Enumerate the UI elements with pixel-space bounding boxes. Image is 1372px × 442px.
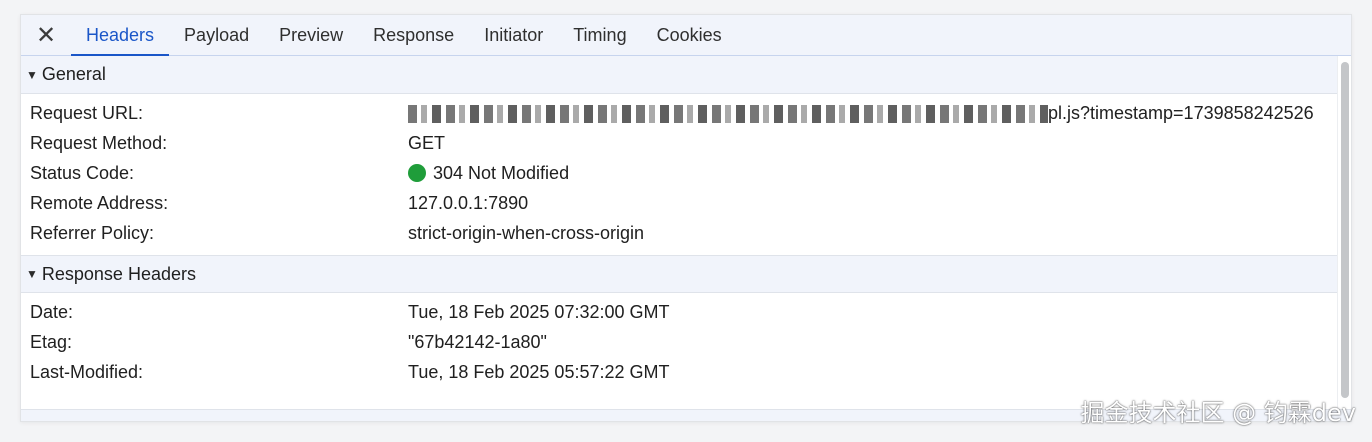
header-row-date: Date: Tue, 18 Feb 2025 07:32:00 GMT <box>21 297 1339 327</box>
tab-initiator[interactable]: Initiator <box>469 15 558 55</box>
close-icon[interactable]: ✕ <box>21 15 71 55</box>
header-value: pl.js?timestamp=1739858242526 <box>408 103 1314 124</box>
tab-response[interactable]: Response <box>358 15 469 55</box>
header-row-etag: Etag: "67b42142-1a80" <box>21 327 1339 357</box>
header-key: Request URL: <box>30 102 144 123</box>
redacted-url-block <box>408 104 1048 123</box>
header-key: Last-Modified: <box>30 361 144 382</box>
tab-headers[interactable]: Headers <box>71 15 170 56</box>
vertical-scrollbar[interactable] <box>1337 56 1351 421</box>
header-value: 127.0.0.1:7890 <box>408 192 529 213</box>
header-value: Tue, 18 Feb 2025 07:32:00 GMT <box>408 301 670 322</box>
header-value: GET <box>408 132 446 153</box>
status-ok-icon <box>408 163 426 182</box>
header-value: Tue, 18 Feb 2025 05:57:22 GMT <box>408 361 670 382</box>
header-value: strict-origin-when-cross-origin <box>408 222 645 243</box>
general-section-header[interactable]: ▼ General <box>21 56 1339 94</box>
response-headers-section-title: Response Headers <box>41 263 196 284</box>
scrollbar-thumb[interactable] <box>1341 62 1349 398</box>
header-row-remote-address: Remote Address: 127.0.0.1:7890 <box>21 188 1339 218</box>
header-value: 304 Not Modified <box>408 163 569 184</box>
watermark: 掘金技术社区 @ 钧霖dev <box>1080 399 1356 427</box>
header-row-referrer-policy: Referrer Policy: strict-origin-when-cros… <box>21 218 1339 248</box>
header-key: Status Code: <box>30 162 135 183</box>
header-row-request-url: Request URL: pl.js?timestamp=17398582425… <box>21 98 1339 128</box>
triangle-down-icon: ▼ <box>26 267 38 281</box>
status-code-text: 304 Not Modified <box>433 162 570 183</box>
triangle-down-icon: ▼ <box>26 67 38 82</box>
tab-bar: ✕ Headers Payload Preview Response Initi… <box>21 15 1351 56</box>
header-row-last-modified: Last-Modified: Tue, 18 Feb 2025 05:57:22… <box>21 357 1339 387</box>
header-key: Request Method: <box>30 132 168 153</box>
general-section-title: General <box>41 64 106 84</box>
response-header-rows: Date: Tue, 18 Feb 2025 07:32:00 GMT Etag… <box>21 293 1339 387</box>
general-rows: Request URL: pl.js?timestamp=17398582425… <box>21 94 1339 248</box>
header-key: Etag: <box>30 331 73 352</box>
header-row-request-method: Request Method: GET <box>21 128 1339 158</box>
headers-content: ▼ General Request URL: pl.js?timestamp=1… <box>21 56 1339 421</box>
header-key: Date: <box>30 301 74 322</box>
response-headers-section-header[interactable]: ▼ Response Headers <box>21 255 1339 293</box>
request-url-suffix: pl.js?timestamp=1739858242526 <box>1048 102 1314 123</box>
devtools-network-panel: ✕ Headers Payload Preview Response Initi… <box>20 14 1352 422</box>
tab-preview[interactable]: Preview <box>264 15 358 55</box>
header-row-status-code: Status Code: 304 Not Modified <box>21 158 1339 188</box>
tab-payload[interactable]: Payload <box>169 15 264 55</box>
header-value: "67b42142-1a80" <box>408 331 547 352</box>
header-key: Remote Address: <box>30 192 169 213</box>
tab-timing[interactable]: Timing <box>558 15 641 55</box>
tab-cookies[interactable]: Cookies <box>642 15 737 55</box>
header-key: Referrer Policy: <box>30 222 155 243</box>
